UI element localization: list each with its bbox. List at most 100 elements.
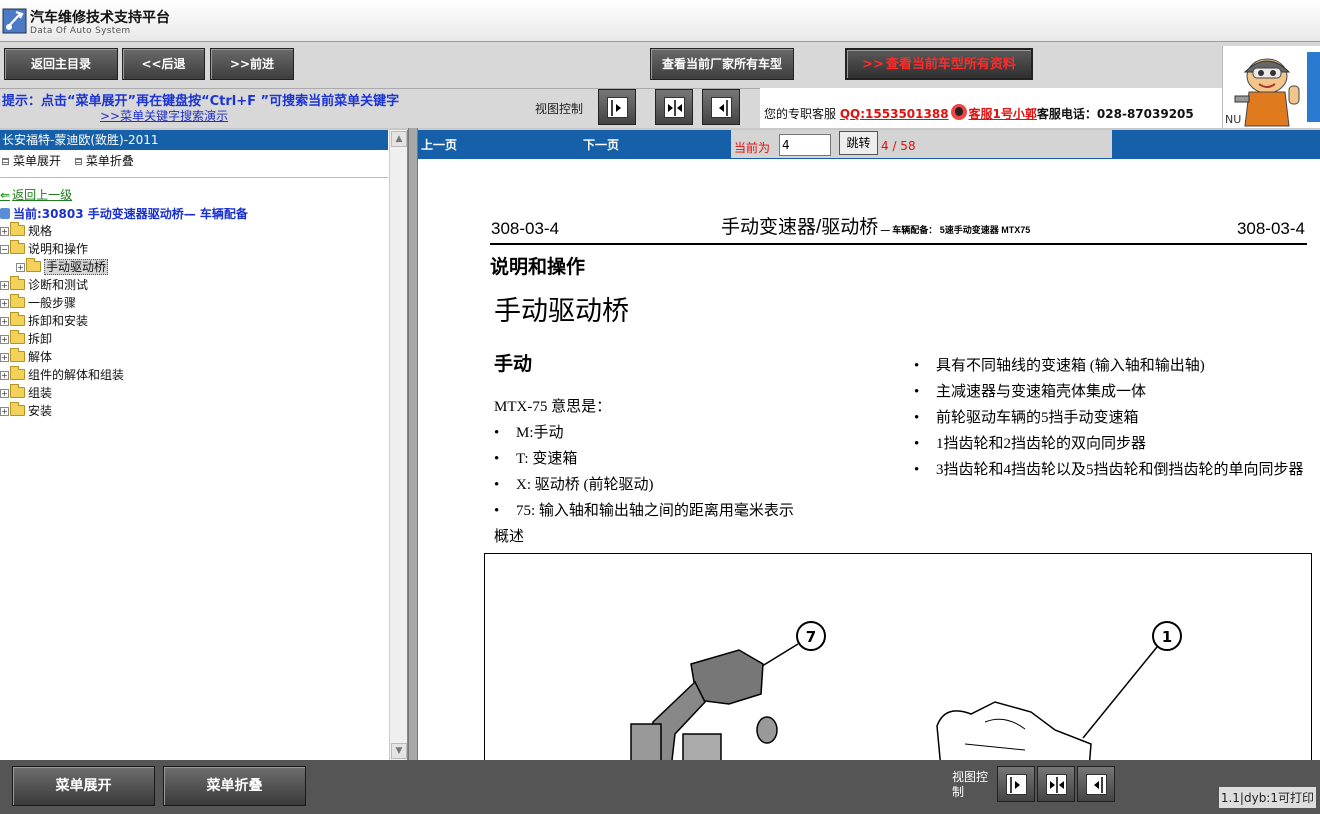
- tree-item[interactable]: + 组件的解体和组装: [0, 366, 124, 384]
- doc-code-right: 308-03-4: [1236, 219, 1305, 238]
- expand-toggle-icon[interactable]: +: [0, 317, 9, 326]
- tree-item[interactable]: + 拆卸和安装: [0, 312, 124, 330]
- current-page-label: 当前为: [734, 141, 771, 155]
- location-icon: [0, 208, 10, 219]
- expand-icon: [2, 158, 9, 165]
- bottom-view-control-label: 视图控制: [952, 770, 989, 799]
- expand-toggle-icon[interactable]: +: [0, 407, 9, 416]
- folder-icon: [10, 402, 25, 416]
- page-number-input[interactable]: [779, 134, 831, 156]
- bottom-bar: 菜单展开 菜单折叠 视图控制 1.1|dyb:1可打印: [0, 760, 1320, 814]
- menu-collapse-link[interactable]: 菜单折叠: [73, 154, 134, 168]
- tree-item[interactable]: + 手动驱动桥: [0, 258, 124, 276]
- doc-title-suffix: — 车辆配备： 5速手动变速器 MTX75: [878, 225, 1031, 235]
- tree-item[interactable]: − 说明和操作: [0, 240, 124, 258]
- expand-toggle-icon[interactable]: +: [0, 335, 9, 344]
- tree-item[interactable]: + 组装: [0, 384, 124, 402]
- current-location-label: 当前:30803 手动变速器驱动桥— 车辆配备: [13, 207, 248, 221]
- scroll-down-icon[interactable]: ▼: [391, 743, 407, 759]
- tree-item[interactable]: + 诊断和测试: [0, 276, 124, 294]
- back-button[interactable]: <<后退: [122, 48, 205, 80]
- expand-toggle-icon[interactable]: +: [0, 389, 9, 398]
- back-arrow-icon: ⇐: [0, 188, 11, 202]
- tree-item-label: 规格: [28, 224, 53, 238]
- qq-penguin-icon[interactable]: [950, 104, 967, 120]
- tree-item[interactable]: + 拆卸: [0, 330, 124, 348]
- right-bullet-list: 具有不同轴线的变速箱 (输入轴和输出轴) 主减速器与变速箱壳体集成一体 前轮驱动…: [914, 356, 1308, 486]
- tree-item-label: 解体: [28, 350, 53, 364]
- menu-tree: + 规格 − 说明和操作 + 手动驱动桥 + 诊断和测试 + 一般步骤 + 拆卸和安装 + 拆卸 + 解体 + 组…: [0, 222, 124, 420]
- tree-item-label: 一般步骤: [28, 296, 77, 310]
- back-up-link[interactable]: ⇐ 返回上一级: [0, 186, 72, 203]
- view-split-button[interactable]: [655, 89, 693, 125]
- support-agent-link[interactable]: 客服1号小郭: [969, 107, 1037, 121]
- panel-splitter[interactable]: [408, 128, 418, 762]
- tree-item[interactable]: + 安装: [0, 402, 124, 420]
- tree-item-label: 组装: [28, 386, 53, 400]
- toolbar: 返回主目录 <<后退 >>前进 查看当前厂家所有车型 >> 查看当前车型所有资料: [0, 42, 1320, 88]
- support-bar: 您的专职客服 QQ:1553501388 客服1号小郭客服电话：028-87039…: [760, 88, 1222, 128]
- support-label: 您的专职客服: [764, 107, 837, 121]
- search-demo-link[interactable]: >>菜单关键字搜索演示: [100, 107, 228, 124]
- callout-1: 1: [1162, 628, 1172, 646]
- menu-scrollbar[interactable]: ▲ ▼: [389, 130, 407, 760]
- app-title: 汽车维修技术支持平台: [30, 10, 170, 26]
- menu-collapse-label: 菜单折叠: [85, 154, 134, 168]
- vehicle-model-header: 长安福特-蒙迪欧(致胜)-2011: [0, 130, 388, 150]
- prev-page-link[interactable]: 上一页: [421, 136, 457, 153]
- forward-button[interactable]: >>前进: [210, 48, 294, 80]
- scroll-up-icon[interactable]: ▲: [391, 131, 407, 147]
- hint-bar: 提示：点击“菜单展开”再在键盘按“Ctrl+F ”可搜索当前菜单关键字 >>菜单…: [0, 88, 760, 128]
- view-maker-models-button[interactable]: 查看当前厂家所有车型: [650, 48, 794, 80]
- doc-intro: MTX-75 意思是：: [494, 399, 612, 415]
- list-item: 3挡齿轮和4挡齿轮以及5挡齿轮和倒挡齿轮的单向同步器: [914, 460, 1308, 480]
- transmission-figure: 7 1: [484, 553, 1312, 760]
- support-qq-link[interactable]: QQ:1553501388: [840, 107, 949, 121]
- folder-icon: [10, 276, 25, 290]
- bottom-menu-expand-button[interactable]: 菜单展开: [12, 766, 155, 806]
- doc-title: 手动变速器/驱动桥 — 车辆配备： 5速手动变速器 MTX75: [721, 212, 1030, 239]
- version-status: 1.1|dyb:1可打印: [1218, 787, 1316, 808]
- jump-button[interactable]: 跳转: [839, 131, 878, 155]
- folder-icon: [10, 330, 25, 344]
- expand-toggle-icon[interactable]: +: [0, 371, 9, 380]
- transmission-diagram-icon: 7 1: [630, 621, 1182, 760]
- nu-text: NU: [1225, 113, 1242, 126]
- expand-toggle-icon[interactable]: +: [0, 299, 9, 308]
- support-phone: 028-87039205: [1096, 107, 1194, 121]
- next-page-link[interactable]: 下一页: [583, 136, 619, 153]
- doc-title-main: 手动变速器/驱动桥: [721, 217, 879, 238]
- back-main-button[interactable]: 返回主目录: [4, 48, 118, 80]
- expand-toggle-icon[interactable]: +: [0, 227, 9, 236]
- expand-toggle-icon[interactable]: +: [16, 263, 25, 272]
- folder-icon: [10, 384, 25, 398]
- app-subtitle: Data Of Auto System: [30, 26, 131, 36]
- tree-item[interactable]: + 规格: [0, 222, 124, 240]
- tree-item[interactable]: + 一般步骤: [0, 294, 124, 312]
- page-count: 4 / 58: [881, 139, 916, 153]
- menu-expand-label: 菜单展开: [13, 154, 62, 168]
- list-item: 主减速器与变速箱壳体集成一体: [914, 382, 1308, 402]
- collapse-toggle-icon[interactable]: −: [0, 245, 9, 254]
- collapse-icon: [74, 158, 82, 165]
- bottom-view-split-button[interactable]: [1037, 766, 1075, 802]
- expand-toggle-icon[interactable]: +: [0, 353, 9, 362]
- list-item: 前轮驱动车辆的5挡手动变速箱: [914, 408, 1308, 428]
- expand-toggle-icon[interactable]: +: [0, 281, 9, 290]
- folder-icon: [10, 366, 25, 380]
- folder-icon: [10, 222, 25, 236]
- folder-icon: [10, 312, 25, 326]
- menu-expand-link[interactable]: 菜单展开: [0, 154, 61, 168]
- view-right-button[interactable]: [702, 89, 740, 125]
- bottom-view-left-button[interactable]: [997, 766, 1035, 802]
- document-viewer: 308-03-4 手动变速器/驱动桥 — 车辆配备： 5速手动变速器 MTX75…: [418, 159, 1320, 760]
- tree-item-label: 诊断和测试: [28, 278, 89, 292]
- tree-item[interactable]: + 解体: [0, 348, 124, 366]
- bottom-menu-collapse-button[interactable]: 菜单折叠: [163, 766, 306, 806]
- view-right-icon: [711, 97, 732, 118]
- bottom-view-right-button[interactable]: [1077, 766, 1115, 802]
- view-left-button[interactable]: [598, 89, 636, 125]
- view-model-data-button[interactable]: >> 查看当前车型所有资料: [845, 48, 1033, 80]
- view-model-data-label: 查看当前车型所有资料: [885, 57, 1016, 72]
- list-item: 1挡齿轮和2挡齿轮的双向同步器: [914, 434, 1308, 454]
